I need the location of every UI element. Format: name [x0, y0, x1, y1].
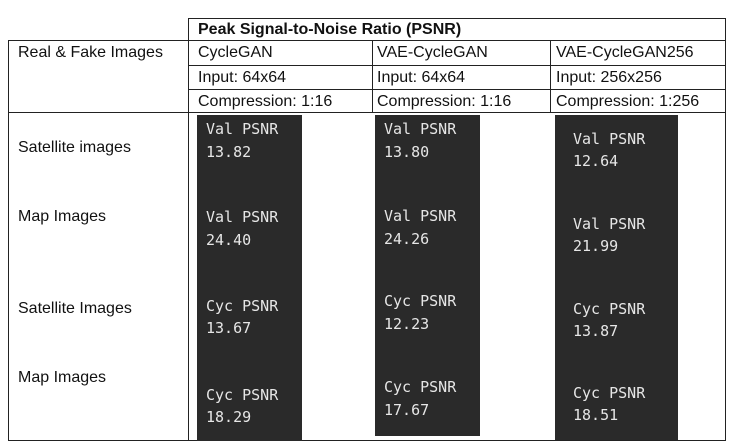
corner-label: Real & Fake Images — [18, 44, 163, 61]
table-rule — [188, 65, 726, 66]
psnr-metric-label: Cyc PSNR — [206, 386, 279, 404]
row-label: Satellite images — [18, 139, 131, 156]
psnr-value: 13.82 — [206, 143, 252, 161]
psnr-metric-label: Val PSNR — [573, 130, 646, 148]
psnr-metric-label: Val PSNR — [384, 207, 457, 225]
psnr-metric-label: Cyc PSNR — [573, 300, 646, 318]
psnr-value: 18.51 — [573, 406, 619, 424]
table-divider — [188, 18, 189, 441]
table-title: Peak Signal-to-Noise Ratio (PSNR) — [198, 21, 462, 38]
psnr-metric-label: Cyc PSNR — [384, 378, 457, 396]
table-divider — [372, 40, 373, 113]
column-input: Input: 64x64 — [198, 69, 287, 86]
psnr-value: 21.99 — [573, 237, 619, 255]
psnr-value: 13.80 — [384, 143, 430, 161]
psnr-value: 12.64 — [573, 152, 619, 170]
psnr-metric-label: Val PSNR — [206, 120, 279, 138]
column-compression: Compression: 1:16 — [198, 93, 333, 110]
table-rule — [8, 112, 726, 113]
psnr-value: 13.67 — [206, 319, 252, 337]
table-border-bottom — [8, 440, 726, 441]
column-header-cyclegan: CycleGAN — [198, 44, 273, 61]
psnr-value: 17.67 — [384, 401, 430, 419]
column-compression: Compression: 1:16 — [377, 93, 512, 110]
column-input: Input: 64x64 — [377, 69, 466, 86]
row-label: Map Images — [18, 369, 107, 386]
psnr-metric-label: Cyc PSNR — [384, 292, 457, 310]
psnr-value: 13.87 — [573, 322, 619, 340]
psnr-metric-label: Val PSNR — [206, 208, 279, 226]
table-rule — [188, 89, 726, 90]
psnr-value: 24.40 — [206, 231, 252, 249]
psnr-metric-label: Val PSNR — [573, 215, 646, 233]
psnr-metric-label: Cyc PSNR — [206, 297, 279, 315]
psnr-table: Peak Signal-to-Noise Ratio (PSNR) Real &… — [0, 0, 735, 444]
column-header-vae-cyclegan: VAE-CycleGAN — [377, 44, 488, 61]
table-border-right — [725, 18, 726, 441]
psnr-value: 24.26 — [384, 230, 430, 248]
table-border-left — [8, 40, 9, 441]
table-border-top — [188, 18, 726, 19]
column-header-vae-cyclegan256: VAE-CycleGAN256 — [556, 44, 694, 61]
table-rule — [8, 40, 726, 41]
row-label: Satellite Images — [18, 300, 132, 317]
psnr-value: 18.29 — [206, 408, 252, 426]
table-divider — [550, 40, 551, 113]
column-input: Input: 256x256 — [556, 69, 662, 86]
psnr-value: 12.23 — [384, 315, 430, 333]
row-label: Map Images — [18, 208, 107, 225]
column-compression: Compression: 1:256 — [556, 93, 700, 110]
psnr-metric-label: Val PSNR — [384, 120, 457, 138]
psnr-metric-label: Cyc PSNR — [573, 384, 646, 402]
